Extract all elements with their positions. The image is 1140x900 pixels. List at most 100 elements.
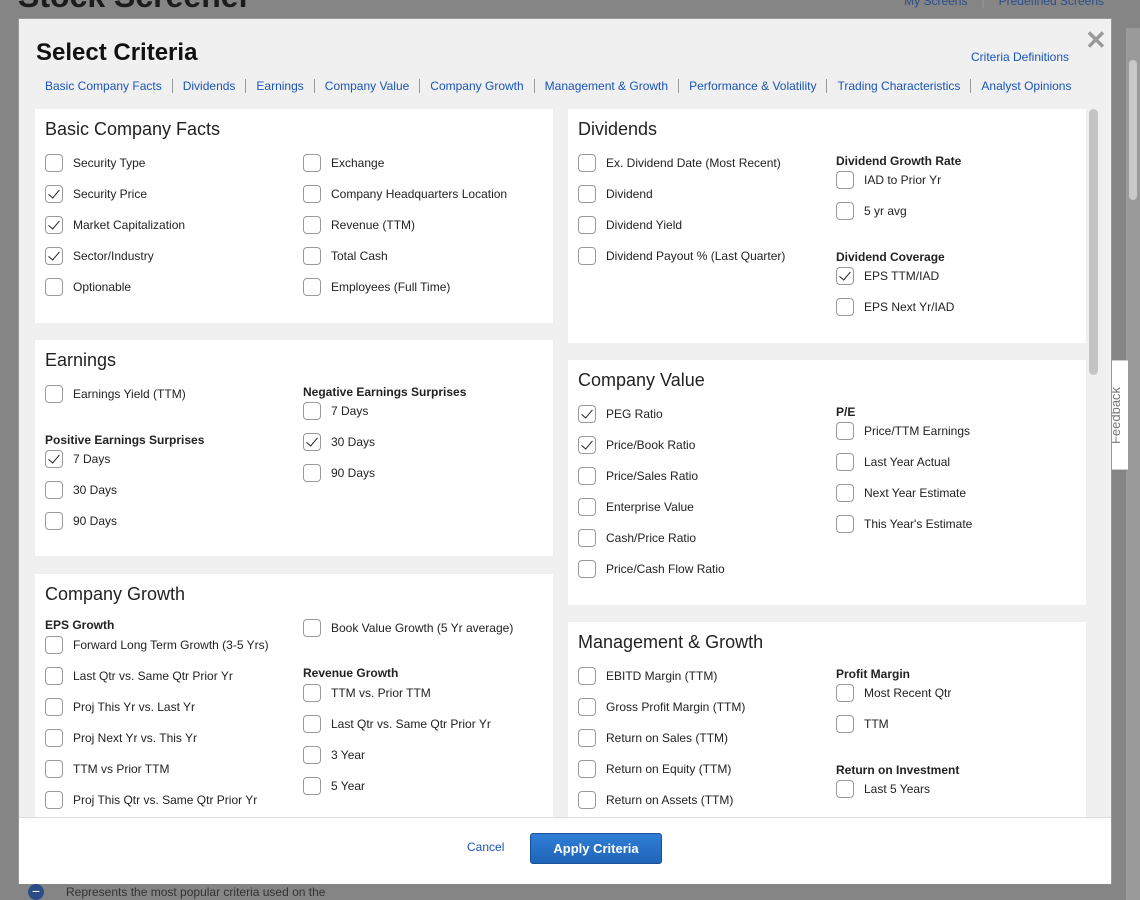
nav-basic-company-facts[interactable]: Basic Company Facts <box>35 79 172 93</box>
checkbox-box[interactable] <box>578 436 596 454</box>
checkbox-box[interactable] <box>45 385 63 403</box>
checkbox-box[interactable] <box>45 481 63 499</box>
checkbox-box[interactable] <box>45 698 63 716</box>
criteria-checkbox[interactable]: Most Recent Qtr <box>836 684 951 702</box>
criteria-checkbox[interactable]: Proj Next Yr vs. This Yr <box>45 729 197 747</box>
checkbox-box[interactable] <box>303 247 321 265</box>
criteria-checkbox[interactable]: Last Qtr vs. Same Qtr Prior Yr <box>45 667 233 685</box>
nav-dividends[interactable]: Dividends <box>171 79 246 93</box>
checkbox-box[interactable] <box>578 760 596 778</box>
criteria-checkbox[interactable]: Proj This Yr vs. Last Yr <box>45 698 195 716</box>
criteria-checkbox[interactable]: Earnings Yield (TTM) <box>45 385 186 403</box>
checkbox-box[interactable] <box>578 216 596 234</box>
checkbox-box[interactable] <box>836 267 854 285</box>
nav-earnings[interactable]: Earnings <box>245 79 313 93</box>
checkbox-box[interactable] <box>303 185 321 203</box>
checkbox-box[interactable] <box>578 247 596 265</box>
criteria-checkbox[interactable]: 90 Days <box>45 512 117 530</box>
checkbox-box[interactable] <box>45 729 63 747</box>
checkbox-box[interactable] <box>45 636 63 654</box>
criteria-checkbox[interactable]: Total Cash <box>303 247 388 265</box>
nav-performance-volatility[interactable]: Performance & Volatility <box>678 79 826 93</box>
criteria-checkbox[interactable]: Last Year Actual <box>836 453 950 471</box>
criteria-checkbox[interactable]: This Year's Estimate <box>836 515 972 533</box>
checkbox-box[interactable] <box>303 619 321 637</box>
criteria-checkbox[interactable]: Revenue (TTM) <box>303 216 415 234</box>
criteria-checkbox[interactable]: Company Headquarters Location <box>303 185 507 203</box>
checkbox-box[interactable] <box>45 247 63 265</box>
criteria-checkbox[interactable]: Employees (Full Time) <box>303 278 450 296</box>
criteria-checkbox[interactable]: EPS Next Yr/IAD <box>836 298 954 316</box>
cancel-button[interactable]: Cancel <box>467 840 504 854</box>
checkbox-box[interactable] <box>45 185 63 203</box>
checkbox-box[interactable] <box>45 216 63 234</box>
criteria-checkbox[interactable]: 30 Days <box>45 481 117 499</box>
criteria-checkbox[interactable]: Book Value Growth (5 Yr average) <box>303 619 513 637</box>
criteria-checkbox[interactable]: 5 yr avg <box>836 202 907 220</box>
criteria-checkbox[interactable]: Return on Equity (TTM) <box>578 760 731 778</box>
criteria-checkbox[interactable]: 90 Days <box>303 464 375 482</box>
checkbox-box[interactable] <box>303 684 321 702</box>
criteria-checkbox[interactable]: 7 Days <box>303 402 368 420</box>
checkbox-box[interactable] <box>836 684 854 702</box>
criteria-checkbox[interactable]: Price/Book Ratio <box>578 436 695 454</box>
checkbox-box[interactable] <box>578 560 596 578</box>
criteria-checkbox[interactable]: 30 Days <box>303 433 375 451</box>
criteria-checkbox[interactable]: Enterprise Value <box>578 498 694 516</box>
criteria-checkbox[interactable]: Last 5 Years <box>836 780 930 798</box>
criteria-checkbox[interactable]: 7 Days <box>45 450 110 468</box>
criteria-checkbox[interactable]: Exchange <box>303 154 384 172</box>
checkbox-box[interactable] <box>45 791 63 809</box>
checkbox-box[interactable] <box>578 791 596 809</box>
checkbox-box[interactable] <box>836 171 854 189</box>
checkbox-box[interactable] <box>45 512 63 530</box>
my-screens-link[interactable]: My Screens <box>904 0 967 8</box>
checkbox-box[interactable] <box>836 515 854 533</box>
criteria-checkbox[interactable]: TTM vs Prior TTM <box>45 760 169 778</box>
checkbox-box[interactable] <box>45 154 63 172</box>
nav-trading-characteristics[interactable]: Trading Characteristics <box>826 79 970 93</box>
checkbox-box[interactable] <box>836 422 854 440</box>
checkbox-box[interactable] <box>303 278 321 296</box>
criteria-checkbox[interactable]: Cash/Price Ratio <box>578 529 696 547</box>
criteria-checkbox[interactable]: Next Year Estimate <box>836 484 966 502</box>
checkbox-box[interactable] <box>578 729 596 747</box>
collapse-icon[interactable]: − <box>28 884 44 900</box>
checkbox-box[interactable] <box>836 715 854 733</box>
checkbox-box[interactable] <box>578 698 596 716</box>
checkbox-box[interactable] <box>578 667 596 685</box>
checkbox-box[interactable] <box>836 202 854 220</box>
criteria-checkbox[interactable]: IAD to Prior Yr <box>836 171 941 189</box>
checkbox-box[interactable] <box>303 154 321 172</box>
checkbox-box[interactable] <box>303 216 321 234</box>
checkbox-box[interactable] <box>578 405 596 423</box>
criteria-checkbox[interactable]: Last Qtr vs. Same Qtr Prior Yr <box>303 715 491 733</box>
criteria-checkbox[interactable]: TTM vs. Prior TTM <box>303 684 431 702</box>
checkbox-box[interactable] <box>303 715 321 733</box>
criteria-checkbox[interactable]: Dividend Payout % (Last Quarter) <box>578 247 785 265</box>
checkbox-box[interactable] <box>45 667 63 685</box>
nav-management-growth[interactable]: Management & Growth <box>533 79 678 93</box>
nav-company-value[interactable]: Company Value <box>313 79 420 93</box>
criteria-checkbox[interactable]: Security Type <box>45 154 145 172</box>
nav-company-growth[interactable]: Company Growth <box>419 79 533 93</box>
checkbox-box[interactable] <box>303 464 321 482</box>
checkbox-box[interactable] <box>836 453 854 471</box>
criteria-checkbox[interactable]: Price/TTM Earnings <box>836 422 970 440</box>
criteria-checkbox[interactable]: 5 Year <box>303 777 365 795</box>
checkbox-box[interactable] <box>836 780 854 798</box>
criteria-checkbox[interactable]: Optionable <box>45 278 131 296</box>
criteria-checkbox[interactable]: TTM <box>836 715 889 733</box>
checkbox-box[interactable] <box>578 154 596 172</box>
checkbox-box[interactable] <box>303 433 321 451</box>
checkbox-box[interactable] <box>45 278 63 296</box>
criteria-checkbox[interactable]: Sector/Industry <box>45 247 154 265</box>
criteria-checkbox[interactable]: 3 Year <box>303 746 365 764</box>
criteria-checkbox[interactable]: Gross Profit Margin (TTM) <box>578 698 745 716</box>
checkbox-box[interactable] <box>578 498 596 516</box>
criteria-checkbox[interactable]: Price/Cash Flow Ratio <box>578 560 725 578</box>
checkbox-box[interactable] <box>45 450 63 468</box>
checkbox-box[interactable] <box>303 777 321 795</box>
criteria-checkbox[interactable]: Return on Sales (TTM) <box>578 729 728 747</box>
criteria-checkbox[interactable]: EBITD Margin (TTM) <box>578 667 717 685</box>
